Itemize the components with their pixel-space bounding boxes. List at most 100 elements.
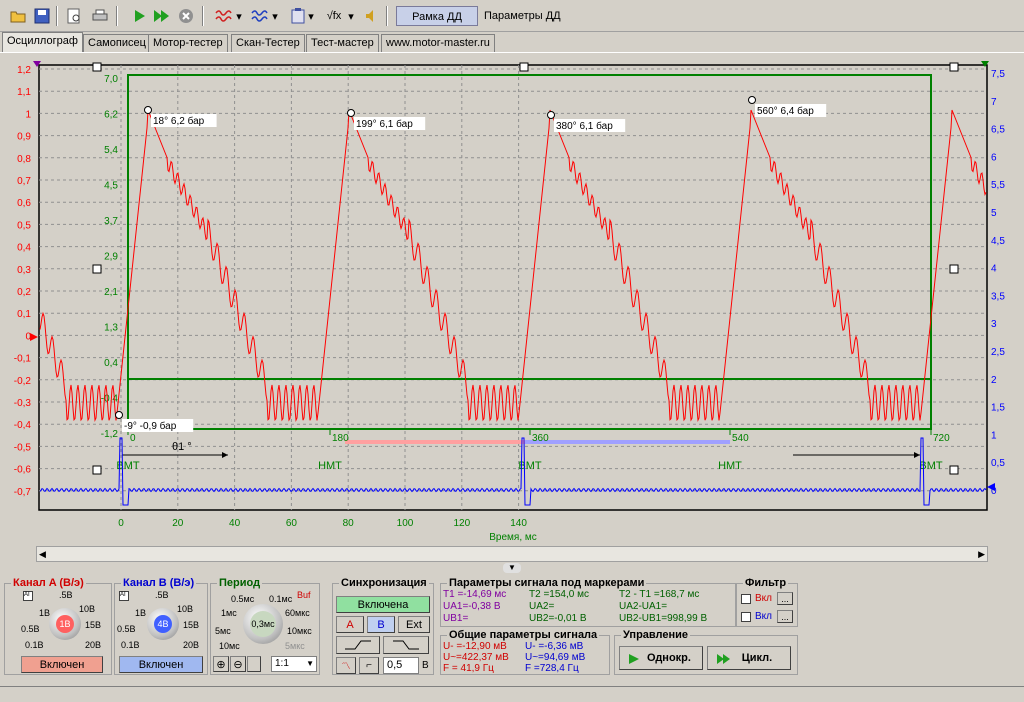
period-range: 5мкс [285, 641, 305, 651]
period-range: 1мс [221, 608, 237, 618]
angle-label: 540 [732, 433, 749, 444]
pressure-tick-label: 7,0 [104, 74, 118, 85]
channel-a-value: 1В [56, 615, 74, 633]
right-tick-label: 0,5 [991, 458, 1005, 469]
falling-edge-icon[interactable] [383, 636, 429, 654]
pressure-tick-label: -0,4 [101, 394, 119, 405]
dropdown-icon[interactable]: ▾ [234, 6, 244, 26]
marker-handle[interactable] [92, 264, 102, 274]
sync-level-input[interactable]: 0,5 [383, 657, 419, 674]
play-icon [629, 654, 639, 664]
channel-b-knob[interactable]: 4В [147, 608, 179, 640]
range-label: 10В [79, 604, 96, 614]
filter-b-settings[interactable]: ... [777, 610, 793, 623]
horizontal-scrollbar[interactable]: ◀ ▶ [36, 546, 988, 562]
general-params-title: Общие параметры сигнала [447, 629, 600, 641]
channel-a-knob[interactable]: 1В [49, 608, 81, 640]
channel-b-title: Канал B (В/э) [121, 577, 197, 589]
marker-params-group: Параметры сигнала под маркерами T1 =-14,… [440, 577, 736, 627]
left-tick-label: 0,2 [17, 287, 31, 298]
sound-icon[interactable] [362, 6, 382, 26]
range-label: 0.1В [121, 640, 140, 650]
math-icon[interactable]: √fx [322, 6, 346, 26]
fast-play-icon[interactable] [152, 6, 172, 26]
zoom-out-icon[interactable]: ⊖ [230, 656, 246, 672]
scroll-left-icon[interactable]: ◀ [39, 549, 46, 560]
auto-icon[interactable]: AI [119, 591, 129, 601]
period-range: 5мс [215, 626, 231, 636]
cycle-run-button[interactable]: Цикл. [707, 646, 791, 670]
filter-title: Фильтр [743, 577, 789, 589]
tab-motor-tester[interactable]: Мотор-тестер [148, 34, 228, 52]
channel-b-toggle[interactable]: Включен [119, 656, 203, 673]
right-tick-label: 6 [991, 152, 997, 163]
tab-scan-tester[interactable]: Скан-Тестер [231, 34, 305, 52]
scale-select[interactable]: 1:1 ▼ [271, 656, 317, 672]
dropdown-icon[interactable]: ▾ [270, 6, 280, 26]
tab-recorder[interactable]: Самописец [83, 34, 151, 52]
filter-a-checkbox[interactable] [741, 594, 751, 604]
marker-handle[interactable] [949, 465, 959, 475]
marker-handle[interactable] [519, 62, 529, 72]
pressure-tick-label: 5,4 [104, 145, 118, 156]
collapse-icon[interactable]: ▼ [503, 563, 521, 573]
buf-label[interactable]: Buf [297, 590, 311, 600]
dead-center-label: НМТ [318, 460, 342, 472]
marker-handle[interactable] [949, 264, 959, 274]
dropdown-icon[interactable]: ▾ [306, 6, 316, 26]
t2-value: T2 =154,0 мс [529, 589, 589, 600]
period-range: 10мс [219, 641, 240, 651]
marker-handle[interactable] [92, 62, 102, 72]
x-tick-label: 100 [397, 518, 414, 529]
wave-blue-icon[interactable] [250, 6, 270, 26]
sync-source-ext[interactable]: Ext [398, 616, 430, 633]
left-tick-label: -0,1 [14, 354, 32, 365]
scroll-right-icon[interactable]: ▶ [978, 549, 985, 560]
params-dd-label[interactable]: Параметры ДД [478, 6, 567, 26]
right-tick-label: 4 [991, 264, 997, 275]
wave-red-icon[interactable] [214, 6, 234, 26]
zoom-in-icon[interactable]: ⊕ [213, 656, 229, 672]
preview-icon[interactable] [64, 6, 84, 26]
single-run-button[interactable]: Однокр. [619, 646, 703, 670]
tab-bar: Осциллограф Самописец Мотор-тестер Скан-… [0, 32, 1024, 52]
oscilloscope-plot[interactable]: 1,2 1,1 1 0,9 0,8 0,7 0,6 0,5 0,4 0,3 0,2 0,1 0 -0,1 -… [0, 53, 1024, 543]
single-sync-icon[interactable]: ⌐ [359, 657, 379, 674]
auto-icon[interactable]: AI [23, 591, 33, 601]
tab-website[interactable]: www.motor-master.ru [381, 34, 495, 52]
frame-dd-button[interactable]: Рамка ДД [396, 6, 478, 26]
marker-handle[interactable] [92, 465, 102, 475]
rising-edge-icon[interactable] [336, 636, 380, 654]
filter-b-checkbox[interactable] [741, 612, 751, 622]
left-tick-label: 0,7 [17, 176, 31, 187]
channel-a-title: Канал A (В/э) [11, 577, 86, 589]
pressure-tick-label: 2,1 [104, 287, 118, 298]
tab-test-master[interactable]: Тест-мастер [306, 34, 379, 52]
angle-label: θ1 ° [172, 441, 192, 453]
channel-a-toggle[interactable]: Включен [21, 656, 103, 673]
channel-a-zero-icon[interactable] [30, 333, 38, 341]
left-tick-label: 1,1 [17, 87, 31, 98]
peak-marker [347, 109, 355, 117]
sync-source-b[interactable]: B [367, 616, 395, 633]
sync-group: Синхронизация Включена A B Ext 〽 ⌐ 0,5 В [332, 577, 434, 675]
sync-toggle[interactable]: Включена [336, 596, 430, 613]
print-icon[interactable] [90, 6, 110, 26]
clipboard-icon[interactable] [288, 6, 308, 26]
period-knob[interactable]: 0,3мс [243, 604, 283, 644]
marker-handle[interactable] [949, 62, 959, 72]
stop-icon[interactable] [176, 6, 196, 26]
channel-b-group: Канал B (В/э) AI .5В 1В 10В 0.5В 15В 0.1… [114, 577, 208, 675]
dropdown-icon[interactable]: ▾ [346, 6, 356, 26]
right-tick-label: 7 [991, 97, 997, 108]
open-folder-icon[interactable] [8, 6, 28, 26]
page-icon[interactable] [247, 656, 261, 672]
pressure-tick-label: 6,2 [104, 110, 118, 121]
auto-sync-icon[interactable]: 〽 [336, 657, 356, 674]
play-icon[interactable] [130, 6, 150, 26]
single-run-label: Однокр. [647, 652, 691, 664]
save-icon[interactable] [32, 6, 52, 26]
filter-a-settings[interactable]: ... [777, 592, 793, 605]
sync-source-a[interactable]: A [336, 616, 364, 633]
tab-oscilloscope[interactable]: Осциллограф [2, 32, 83, 52]
